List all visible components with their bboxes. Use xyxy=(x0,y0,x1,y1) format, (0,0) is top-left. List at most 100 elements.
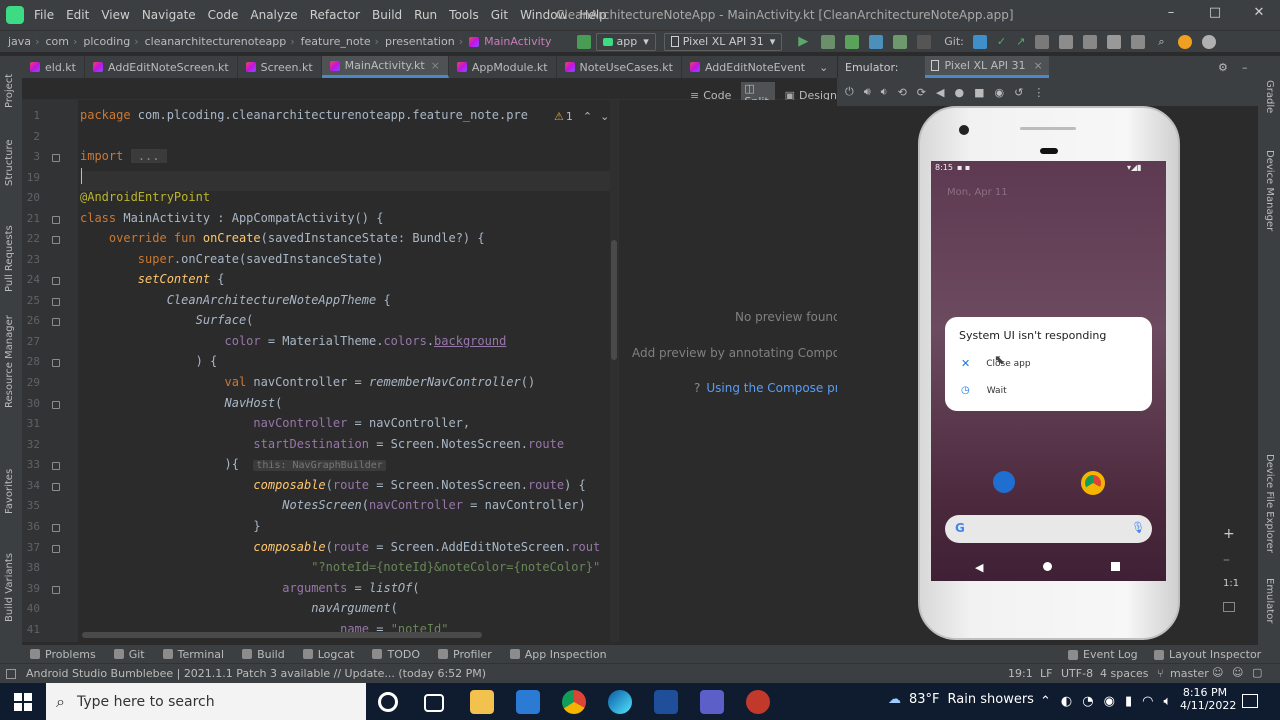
tool-event-log[interactable]: Event Log xyxy=(1068,648,1138,661)
teams-icon[interactable] xyxy=(700,690,724,714)
tool-device-manager[interactable]: Device Manager xyxy=(1264,150,1275,231)
tool-emulator[interactable]: Emulator xyxy=(1264,578,1275,623)
fold-marker-icon[interactable] xyxy=(52,524,60,532)
app-icon[interactable] xyxy=(746,690,770,714)
menu-code[interactable]: Code xyxy=(208,8,239,22)
nav-recents-icon[interactable] xyxy=(1111,562,1120,571)
file-encoding[interactable]: UTF-8 xyxy=(1061,667,1093,680)
apply-changes-icon[interactable] xyxy=(821,34,836,49)
run-icon[interactable]: ▶ xyxy=(798,34,808,49)
menu-refactor[interactable]: Refactor xyxy=(310,8,360,22)
previous-highlight-icon[interactable]: ⌃ xyxy=(583,110,592,123)
memory-icon[interactable]: ☺ xyxy=(1232,666,1243,679)
hide-icon[interactable]: – xyxy=(1242,61,1248,74)
tool-logcat[interactable]: Logcat xyxy=(302,648,354,661)
wifi-icon[interactable]: ◠ xyxy=(1142,694,1153,709)
tool-git[interactable]: Git xyxy=(113,648,145,661)
tray-mic-icon[interactable]: ▮ xyxy=(1125,694,1132,709)
fold-marker-icon[interactable] xyxy=(52,298,60,306)
tray-app-icon[interactable]: ◔ xyxy=(1082,694,1093,709)
profile-icon[interactable] xyxy=(869,34,884,49)
fold-marker-icon[interactable] xyxy=(52,216,60,224)
tool-device-file-explorer[interactable]: Device File Explorer xyxy=(1264,454,1275,553)
tab-addeditnoteevent[interactable]: AddEditNoteEvent xyxy=(682,56,813,78)
back-icon[interactable]: ◀ xyxy=(936,86,944,99)
action-center-icon[interactable] xyxy=(1242,694,1258,708)
file-explorer-icon[interactable] xyxy=(470,690,494,714)
status-message[interactable]: Android Studio Bumblebee | 2021.1.1 Patc… xyxy=(26,667,486,680)
chrome-icon[interactable] xyxy=(562,690,586,714)
volume-down-icon[interactable]: 🔉︎ xyxy=(881,85,888,99)
next-highlight-icon[interactable]: ⌄ xyxy=(600,110,609,123)
account-icon[interactable] xyxy=(1201,34,1216,49)
close-tab-icon[interactable]: × xyxy=(431,59,440,72)
fold-marker-icon[interactable] xyxy=(52,359,60,367)
hammer-icon[interactable] xyxy=(576,34,591,49)
breadcrumb-mainactivity[interactable]: MainActivity xyxy=(484,35,551,48)
google-search-bar[interactable]: G 🎙︎ xyxy=(945,515,1152,543)
fold-marker-icon[interactable] xyxy=(52,236,60,244)
tray-app-icon[interactable]: ◐ xyxy=(1061,694,1072,709)
edge-icon[interactable] xyxy=(608,690,632,714)
menu-view[interactable]: View xyxy=(101,8,129,22)
fold-marker-icon[interactable] xyxy=(52,154,60,162)
scrollbar-thumb[interactable] xyxy=(611,240,617,360)
git-update-icon[interactable] xyxy=(972,34,987,49)
fit-screen-icon[interactable] xyxy=(1223,602,1235,612)
tool-favorites[interactable]: Favorites xyxy=(4,469,15,514)
gradle-sync-icon[interactable] xyxy=(1083,34,1098,49)
zoom-in-icon[interactable]: + xyxy=(1223,526,1235,542)
tool-pull-requests[interactable]: Pull Requests xyxy=(4,225,15,292)
device-manager-icon[interactable] xyxy=(1107,34,1122,49)
editor-scrollbar[interactable] xyxy=(610,100,618,642)
menu-file[interactable]: File xyxy=(34,8,54,22)
breadcrumb-java[interactable]: java xyxy=(8,35,31,48)
git-branch[interactable]: master xyxy=(1170,667,1209,680)
caret-position[interactable]: 19:1 xyxy=(1008,667,1033,680)
nav-home-icon[interactable] xyxy=(1043,562,1052,571)
menu-run[interactable]: Run xyxy=(414,8,437,22)
fold-marker-icon[interactable] xyxy=(52,462,60,470)
inspection-icon[interactable]: ☺ xyxy=(1212,666,1223,679)
menu-tools[interactable]: Tools xyxy=(449,8,479,22)
fold-marker-icon[interactable] xyxy=(52,586,60,594)
compose-preview-link[interactable]: ? Using the Compose pr xyxy=(694,381,840,395)
fold-marker-icon[interactable] xyxy=(52,401,60,409)
cortana-icon[interactable] xyxy=(378,692,398,712)
tool-problems[interactable]: Problems xyxy=(30,648,96,661)
power-icon[interactable]: ⏻ xyxy=(845,85,854,99)
tool-project[interactable]: Project xyxy=(4,74,15,108)
tab-field[interactable]: eld.kt xyxy=(22,56,85,78)
search-icon[interactable]: ⌕ xyxy=(1158,35,1164,49)
camera-icon[interactable]: ◉ xyxy=(995,86,1005,99)
history-icon[interactable] xyxy=(1035,34,1050,49)
home-icon[interactable]: ● xyxy=(954,86,964,99)
tool-todo[interactable]: TODO xyxy=(372,648,420,661)
tool-profiler[interactable]: Profiler xyxy=(438,648,492,661)
tab-mainactivity[interactable]: MainActivity.kt × xyxy=(321,56,449,78)
breadcrumb-presentation[interactable]: presentation xyxy=(385,35,455,48)
close-window-icon[interactable]: ✕ xyxy=(1252,6,1266,20)
git-commit-icon[interactable]: ✓ xyxy=(997,35,1006,48)
volume-up-icon[interactable]: 🔊︎ xyxy=(864,85,871,99)
menu-git[interactable]: Git xyxy=(491,8,508,22)
line-separator[interactable]: LF xyxy=(1040,667,1052,680)
menu-edit[interactable]: Edit xyxy=(66,8,89,22)
debug-icon[interactable] xyxy=(845,34,860,49)
close-tab-icon[interactable]: × xyxy=(1034,59,1043,72)
messages-app-icon[interactable] xyxy=(993,471,1015,493)
rotate-right-icon[interactable]: ⟳ xyxy=(917,86,926,99)
tabs-overflow-chevron-icon[interactable]: ⌄ xyxy=(819,61,828,74)
fold-marker-icon[interactable] xyxy=(52,318,60,326)
tab-noteusecases[interactable]: NoteUseCases.kt xyxy=(557,56,682,78)
minimize-icon[interactable]: – xyxy=(1164,6,1178,20)
menu-analyze[interactable]: Analyze xyxy=(250,8,297,22)
zoom-1to1-button[interactable]: 1:1 xyxy=(1223,578,1239,589)
inspection-widget[interactable]: ⚠ 1 ⌃ ⌄ xyxy=(554,110,609,123)
emulator-device-tab[interactable]: Pixel XL API 31 × xyxy=(924,56,1049,78)
fold-marker-icon[interactable] xyxy=(52,483,60,491)
windows-start-icon[interactable] xyxy=(14,693,32,711)
indent-setting[interactable]: 4 spaces xyxy=(1100,667,1149,680)
task-view-icon[interactable] xyxy=(424,694,444,712)
breadcrumb-feature-note[interactable]: feature_note xyxy=(301,35,371,48)
